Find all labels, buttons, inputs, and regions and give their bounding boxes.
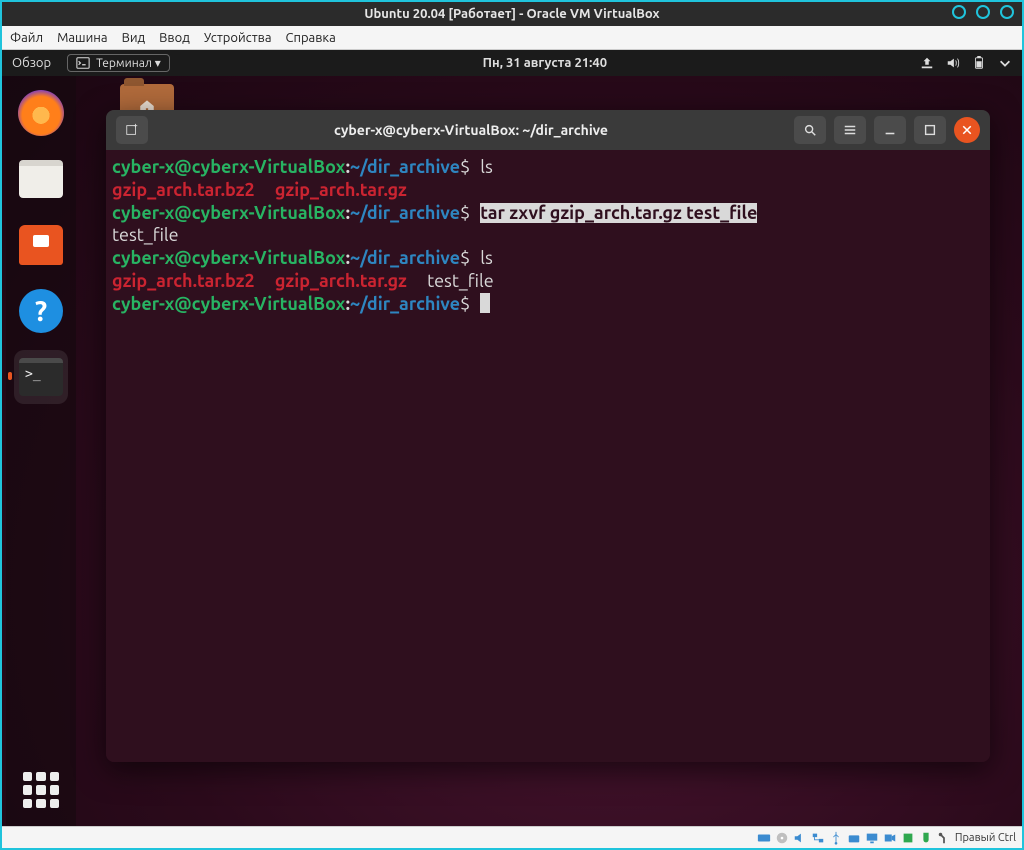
vb-menu-view[interactable]: Вид — [122, 31, 146, 45]
show-applications-button[interactable] — [19, 768, 63, 812]
prompt-user: cyber-x@cyberx-VirtualBox — [112, 248, 346, 268]
vb-mouse-icon[interactable] — [919, 831, 933, 845]
prompt-dollar: $ — [460, 248, 470, 268]
ls-file: gzip_arch.tar.bz2 — [112, 180, 255, 200]
cmd-text: ls — [480, 157, 493, 177]
dock-firefox[interactable] — [14, 86, 68, 140]
ubuntu-desktop: Обзор Терминал ▾ Пн, 31 августа 21:40 ? … — [2, 50, 1022, 826]
system-status-area[interactable] — [920, 56, 1012, 70]
maximize-button[interactable] — [914, 116, 946, 144]
clock[interactable]: Пн, 31 августа 21:40 — [483, 56, 607, 70]
search-icon — [803, 123, 817, 137]
vb-window-controls — [952, 5, 1014, 19]
vb-menu-input[interactable]: Ввод — [159, 31, 190, 45]
prompt-user: cyber-x@cyberx-VirtualBox — [112, 294, 346, 314]
terminal-icon — [76, 56, 90, 70]
app-menu-label: Терминал ▾ — [96, 56, 161, 70]
prompt-dollar: $ — [460, 203, 470, 223]
vb-recording-icon[interactable] — [883, 831, 897, 845]
software-icon — [19, 225, 63, 265]
vb-title-text: Ubuntu 20.04 [Работает] - Oracle VM Virt… — [364, 7, 659, 21]
battery-icon — [972, 56, 986, 70]
terminal-title: cyber-x@cyberx-VirtualBox: ~/dir_archive — [156, 122, 786, 138]
vb-shared-icon[interactable] — [847, 831, 861, 845]
maximize-icon — [923, 123, 937, 137]
ls-file: gzip_arch.tar.gz — [275, 180, 407, 200]
firefox-icon — [18, 90, 64, 136]
minimize-button[interactable] — [874, 116, 906, 144]
terminal-titlebar[interactable]: cyber-x@cyberx-VirtualBox: ~/dir_archive — [106, 110, 990, 150]
volume-icon — [946, 56, 960, 70]
vb-keyboard-icon[interactable] — [937, 831, 951, 845]
dock-help[interactable]: ? — [14, 284, 68, 338]
virtualbox-window: Ubuntu 20.04 [Работает] - Oracle VM Virt… — [0, 0, 1024, 850]
prompt-path: ~/dir_archive — [350, 248, 460, 268]
app-menu-button[interactable]: Терминал ▾ — [67, 54, 170, 72]
new-tab-button[interactable] — [116, 116, 148, 144]
vb-menu-machine[interactable]: Машина — [57, 31, 108, 45]
cursor — [480, 293, 490, 313]
files-icon — [19, 160, 63, 198]
vb-audio-icon[interactable] — [793, 831, 807, 845]
vb-menu-devices[interactable]: Устройства — [204, 31, 272, 45]
minimize-icon — [883, 123, 897, 137]
prompt-dollar: $ — [460, 294, 470, 314]
terminal-window: cyber-x@cyberx-VirtualBox: ~/dir_archive — [106, 110, 990, 762]
vb-host-key: Правый Ctrl — [955, 832, 1016, 844]
close-button[interactable] — [954, 117, 980, 143]
prompt-path: ~/dir_archive — [350, 157, 460, 177]
cmd-output: test_file — [112, 225, 179, 245]
vb-optical-icon[interactable] — [775, 831, 789, 845]
cmd-selected: tar zxvf gzip_arch.tar.gz test_file — [480, 203, 757, 223]
vb-titlebar[interactable]: Ubuntu 20.04 [Работает] - Oracle VM Virt… — [2, 2, 1022, 26]
prompt-path: ~/dir_archive — [350, 294, 460, 314]
chevron-down-icon — [998, 56, 1012, 70]
ls-file: gzip_arch.tar.gz — [275, 271, 407, 291]
prompt-user: cyber-x@cyberx-VirtualBox — [112, 203, 346, 223]
vb-min-icon[interactable] — [952, 5, 966, 19]
hamburger-icon — [843, 123, 857, 137]
ls-file: test_file — [427, 271, 494, 291]
network-icon — [920, 56, 934, 70]
vb-statusbar: Правый Ctrl — [2, 826, 1022, 848]
new-tab-icon — [125, 123, 139, 137]
terminal-icon: >_ — [19, 358, 63, 396]
vb-usb-icon[interactable] — [829, 831, 843, 845]
terminal-body[interactable]: cyber-x@cyberx-VirtualBox:~/dir_archive$… — [106, 150, 990, 762]
prompt-path: ~/dir_archive — [350, 203, 460, 223]
vb-menubar: Файл Машина Вид Ввод Устройства Справка — [2, 26, 1022, 50]
vb-menu-help[interactable]: Справка — [286, 31, 336, 45]
activities-button[interactable]: Обзор — [12, 56, 51, 70]
hamburger-menu-button[interactable] — [834, 116, 866, 144]
gnome-top-bar: Обзор Терминал ▾ Пн, 31 августа 21:40 — [2, 50, 1022, 76]
vb-max-icon[interactable] — [976, 5, 990, 19]
vb-hdd-icon[interactable] — [757, 831, 771, 845]
close-icon — [961, 124, 973, 136]
prompt-dollar: $ — [460, 157, 470, 177]
ls-file: gzip_arch.tar.bz2 — [112, 271, 255, 291]
vb-close-icon[interactable] — [1000, 5, 1014, 19]
vb-display-icon[interactable] — [865, 831, 879, 845]
vb-cpu-icon[interactable] — [901, 831, 915, 845]
dock: ? >_ — [6, 76, 76, 826]
vb-network-icon[interactable] — [811, 831, 825, 845]
prompt-user: cyber-x@cyberx-VirtualBox — [112, 157, 346, 177]
dock-terminal[interactable]: >_ — [14, 350, 68, 404]
search-button[interactable] — [794, 116, 826, 144]
dock-software[interactable] — [14, 218, 68, 272]
dock-files[interactable] — [14, 152, 68, 206]
cmd-text: ls — [480, 248, 493, 268]
help-icon: ? — [19, 289, 63, 333]
vb-menu-file[interactable]: Файл — [10, 31, 43, 45]
